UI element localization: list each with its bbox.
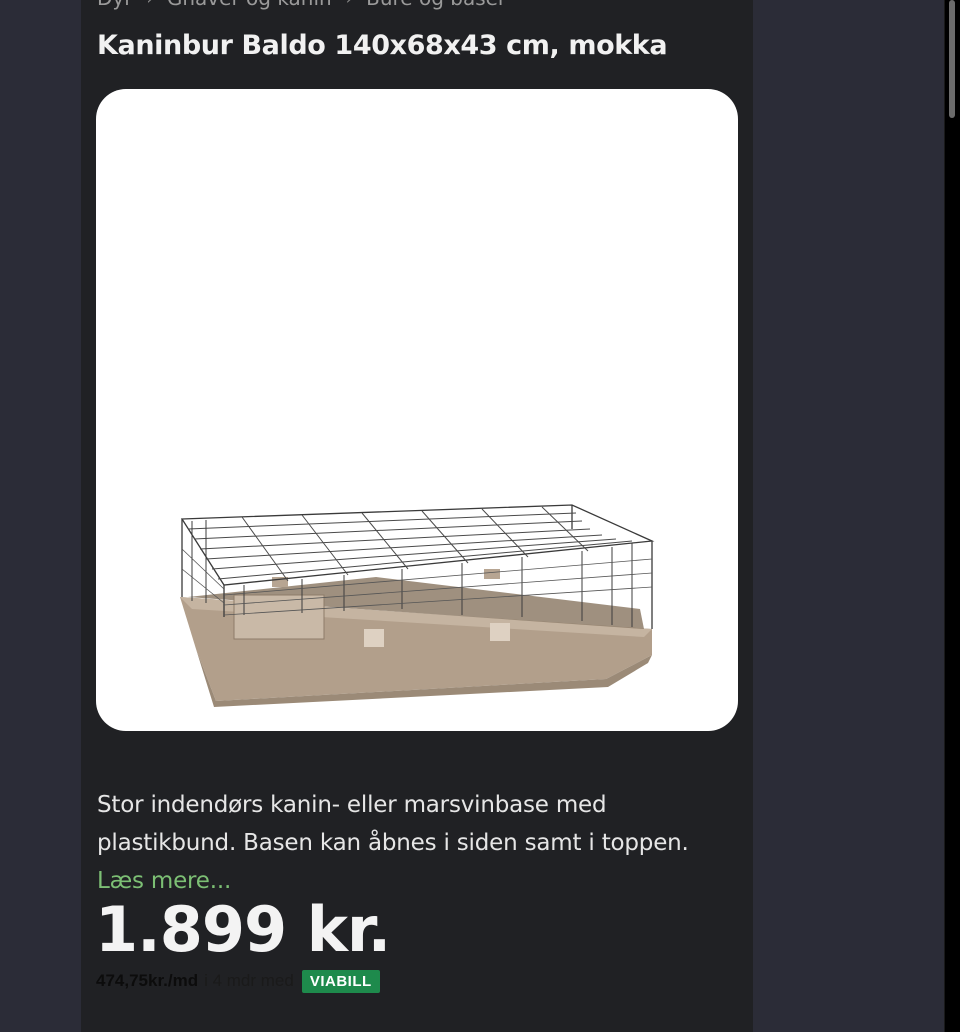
rabbit-cage-illustration <box>180 504 655 707</box>
left-gutter <box>0 0 81 1032</box>
page-title: Kaninbur Baldo 140x68x43 cm, mokka <box>97 30 668 61</box>
description-text: Stor indendørs kanin- eller marsvinbase … <box>97 792 689 856</box>
right-area <box>753 0 960 1032</box>
installment-text: i 4 mdr med <box>204 971 294 990</box>
scrollbar-track[interactable] <box>944 0 960 1032</box>
installment-amount: 474,75kr./md <box>96 971 199 990</box>
chevron-right-icon: › <box>346 0 352 8</box>
installment-info: 474,75kr./md i 4 mdr med VIABILL <box>96 969 380 993</box>
breadcrumb-item-gnaver[interactable]: Gnaver og kanin <box>167 0 332 10</box>
product-price: 1.899 kr. <box>95 893 391 966</box>
breadcrumb-item-dyr[interactable]: Dyr <box>97 0 132 10</box>
breadcrumb: Dyr › Gnaver og kanin › Bure og baser <box>97 0 506 10</box>
viabill-logo[interactable]: VIABILL <box>301 969 380 993</box>
scrollbar-thumb[interactable] <box>949 0 955 118</box>
read-more-link[interactable]: Læs mere... <box>97 868 231 894</box>
chevron-right-icon: › <box>146 0 152 8</box>
breadcrumb-item-bure[interactable]: Bure og baser <box>366 0 506 10</box>
product-description: Stor indendørs kanin- eller marsvinbase … <box>97 786 737 900</box>
product-image[interactable] <box>96 89 738 731</box>
